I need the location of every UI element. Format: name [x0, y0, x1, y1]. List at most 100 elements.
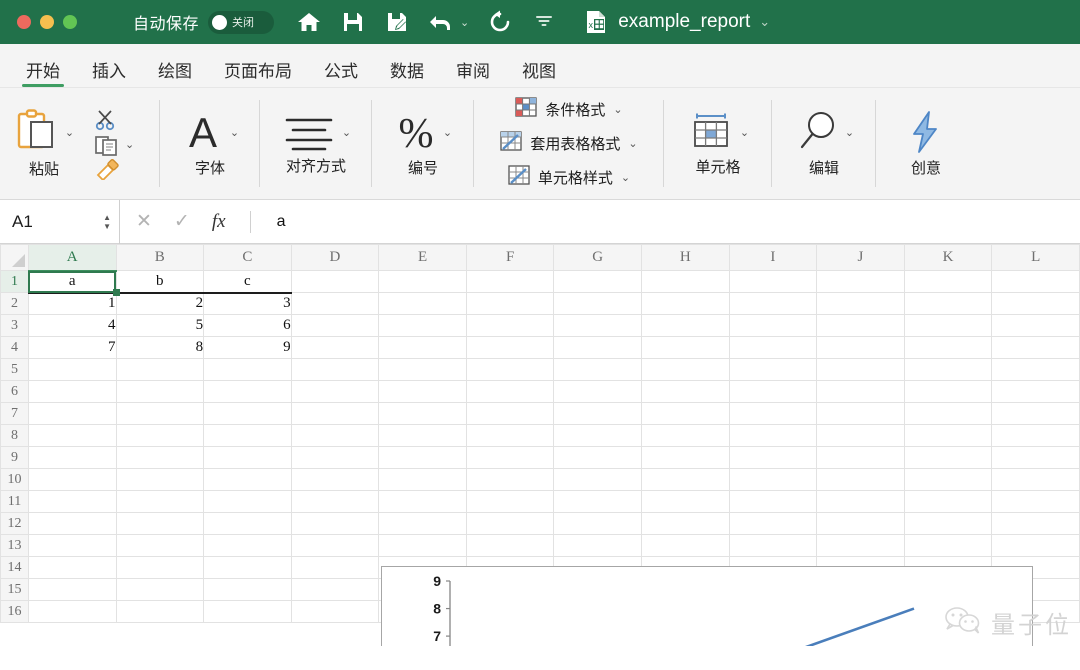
tab-draw[interactable]: 绘图: [142, 63, 208, 87]
column-header-b[interactable]: B: [115, 244, 205, 271]
cell-L11[interactable]: [991, 490, 1080, 513]
confirm-icon[interactable]: ✓: [174, 210, 190, 233]
cell-E11[interactable]: [378, 490, 467, 513]
cell-D3[interactable]: [290, 314, 380, 337]
cell-F10[interactable]: [465, 468, 555, 491]
cut-button[interactable]: [94, 108, 120, 132]
cell-G11[interactable]: [553, 490, 643, 513]
cell-K6[interactable]: [903, 380, 993, 403]
cell-L3[interactable]: [991, 314, 1080, 337]
tab-formulas[interactable]: 公式: [308, 63, 374, 87]
cell-G9[interactable]: [553, 446, 643, 469]
series-line-1[interactable]: [450, 607, 915, 646]
cell-D8[interactable]: [290, 424, 380, 447]
cell-K10[interactable]: [903, 468, 993, 491]
cell-A7[interactable]: [27, 402, 117, 425]
row-header-6[interactable]: 6: [0, 380, 29, 403]
column-header-i[interactable]: I: [728, 244, 818, 271]
cell-A8[interactable]: [27, 424, 117, 447]
cell-B4[interactable]: 8: [115, 336, 205, 359]
spinner-down-icon[interactable]: ▼: [103, 222, 111, 230]
editing-button[interactable]: ⌄: [794, 109, 854, 155]
font-dropdown-icon[interactable]: ⌄: [230, 126, 239, 139]
cell-C2[interactable]: 3: [203, 292, 292, 315]
format-as-table-button[interactable]: 套用表格格式 ⌄: [500, 131, 638, 156]
cell-K2[interactable]: [903, 292, 993, 315]
cell-A6[interactable]: [27, 380, 117, 403]
cell-B3[interactable]: 5: [115, 314, 205, 337]
cell-E3[interactable]: [378, 314, 467, 337]
tab-insert[interactable]: 插入: [76, 63, 142, 87]
editing-dropdown-icon[interactable]: ⌄: [845, 126, 854, 139]
cell-L4[interactable]: [991, 336, 1080, 359]
row-header-7[interactable]: 7: [0, 402, 29, 425]
name-box-spinner[interactable]: ▲ ▼: [103, 213, 111, 230]
cell-I5[interactable]: [728, 358, 818, 381]
cell-A4[interactable]: 7: [27, 336, 117, 359]
paste-dropdown-icon[interactable]: ⌄: [65, 126, 74, 139]
cell-D5[interactable]: [290, 358, 380, 381]
cell-C16[interactable]: [203, 600, 292, 623]
column-header-f[interactable]: F: [465, 244, 555, 271]
cell-I4[interactable]: [728, 336, 818, 359]
cell-D1[interactable]: [290, 270, 380, 293]
conditional-formatting-button[interactable]: 条件格式 ⌄: [515, 97, 623, 122]
cell-L2[interactable]: [991, 292, 1080, 315]
cell-styles-button[interactable]: 单元格样式 ⌄: [508, 165, 630, 190]
column-header-e[interactable]: E: [378, 244, 467, 271]
autosave-toggle[interactable]: 关闭: [208, 10, 275, 34]
ideas-button[interactable]: [905, 109, 947, 155]
cell-F9[interactable]: [465, 446, 555, 469]
cell-B2[interactable]: 2: [115, 292, 205, 315]
cell-A13[interactable]: [27, 534, 117, 557]
cell-J11[interactable]: [816, 490, 905, 513]
row-header-16[interactable]: 16: [0, 600, 29, 623]
select-all-corner[interactable]: [0, 244, 29, 271]
cell-D12[interactable]: [290, 512, 380, 535]
row-header-15[interactable]: 15: [0, 578, 29, 601]
alignment-dropdown-icon[interactable]: ⌄: [342, 126, 351, 139]
cell-L9[interactable]: [991, 446, 1080, 469]
cell-E1[interactable]: [378, 270, 467, 293]
cell-J9[interactable]: [816, 446, 905, 469]
cell-G12[interactable]: [553, 512, 643, 535]
cell-H2[interactable]: [641, 292, 730, 315]
cell-B12[interactable]: [115, 512, 205, 535]
autosave-control[interactable]: 自动保存 关闭: [133, 10, 275, 34]
cell-E12[interactable]: [378, 512, 467, 535]
row-header-4[interactable]: 4: [0, 336, 29, 359]
cell-K9[interactable]: [903, 446, 993, 469]
cell-K3[interactable]: [903, 314, 993, 337]
cell-A1[interactable]: a: [27, 270, 120, 296]
cancel-icon[interactable]: ✕: [136, 210, 152, 233]
cell-H13[interactable]: [641, 534, 730, 557]
cell-F13[interactable]: [465, 534, 555, 557]
alignment-button[interactable]: ⌄: [281, 111, 351, 153]
cell-G2[interactable]: [553, 292, 643, 315]
cell-C10[interactable]: [203, 468, 292, 491]
cell-D11[interactable]: [290, 490, 380, 513]
cell-A14[interactable]: [27, 556, 117, 579]
cells-button[interactable]: ⌄: [687, 110, 749, 154]
row-header-12[interactable]: 12: [0, 512, 29, 535]
redo-icon[interactable]: [487, 9, 513, 35]
cell-G5[interactable]: [553, 358, 643, 381]
cell-C11[interactable]: [203, 490, 292, 513]
cell-E9[interactable]: [378, 446, 467, 469]
cell-B1[interactable]: b: [115, 270, 205, 294]
cell-E5[interactable]: [378, 358, 467, 381]
cell-J8[interactable]: [816, 424, 905, 447]
cell-J4[interactable]: [816, 336, 905, 359]
cell-B7[interactable]: [115, 402, 205, 425]
row-header-10[interactable]: 10: [0, 468, 29, 491]
cell-C6[interactable]: [203, 380, 292, 403]
cell-G13[interactable]: [553, 534, 643, 557]
cell-F6[interactable]: [465, 380, 555, 403]
cell-B15[interactable]: [115, 578, 205, 601]
cell-J1[interactable]: [816, 270, 905, 293]
cell-J2[interactable]: [816, 292, 905, 315]
format-painter-button[interactable]: [94, 158, 124, 180]
tab-home[interactable]: 开始: [10, 63, 76, 87]
spinner-up-icon[interactable]: ▲: [103, 213, 111, 221]
row-header-8[interactable]: 8: [0, 424, 29, 447]
